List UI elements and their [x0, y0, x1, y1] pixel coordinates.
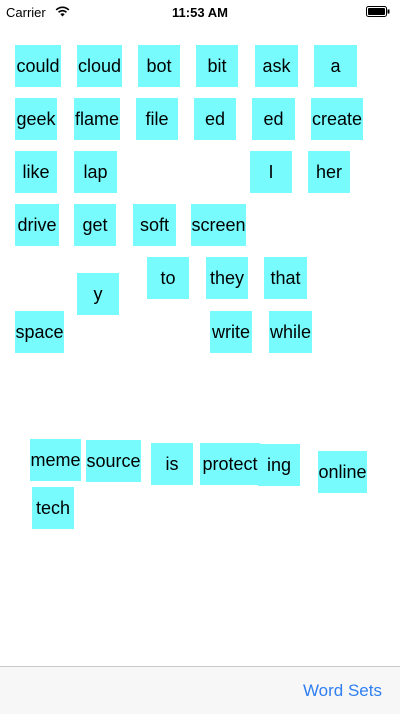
battery-icon: [366, 6, 390, 17]
word-tile[interactable]: that: [264, 257, 307, 299]
word-tile[interactable]: source: [86, 440, 141, 482]
word-tile[interactable]: lap: [74, 151, 117, 193]
word-tile[interactable]: I: [250, 151, 292, 193]
word-tile[interactable]: meme: [30, 439, 81, 481]
bottom-toolbar: Word Sets: [0, 666, 400, 714]
word-tile[interactable]: flame: [74, 98, 120, 140]
word-tile[interactable]: could: [15, 45, 61, 87]
word-tile[interactable]: file: [136, 98, 178, 140]
word-tile[interactable]: a: [314, 45, 357, 87]
word-tile[interactable]: online: [318, 451, 367, 493]
status-time: 11:53 AM: [172, 5, 228, 20]
word-tile[interactable]: bit: [196, 45, 238, 87]
word-tile[interactable]: protect: [200, 443, 260, 485]
word-tile[interactable]: ed: [252, 98, 295, 140]
word-tile[interactable]: her: [308, 151, 350, 193]
word-tile[interactable]: ing: [258, 444, 300, 486]
word-tile[interactable]: ed: [194, 98, 236, 140]
word-tile[interactable]: bot: [138, 45, 180, 87]
word-tile[interactable]: tech: [32, 487, 74, 529]
word-tile[interactable]: space: [15, 311, 64, 353]
word-sets-button[interactable]: Word Sets: [303, 681, 382, 701]
word-tile[interactable]: while: [269, 311, 312, 353]
word-tile[interactable]: get: [74, 204, 116, 246]
word-tile[interactable]: y: [77, 273, 119, 315]
word-tile[interactable]: is: [151, 443, 193, 485]
word-tile[interactable]: screen: [191, 204, 246, 246]
word-tile[interactable]: to: [147, 257, 189, 299]
word-tile[interactable]: they: [206, 257, 248, 299]
word-tile[interactable]: ask: [255, 45, 298, 87]
word-tile[interactable]: geek: [15, 98, 57, 140]
word-tile[interactable]: soft: [133, 204, 176, 246]
word-tile[interactable]: drive: [15, 204, 59, 246]
word-tile[interactable]: write: [210, 311, 252, 353]
word-tile[interactable]: like: [15, 151, 57, 193]
status-bar: Carrier 11:53 AM: [0, 0, 400, 24]
word-tile[interactable]: create: [311, 98, 363, 140]
word-tile[interactable]: cloud: [77, 45, 122, 87]
